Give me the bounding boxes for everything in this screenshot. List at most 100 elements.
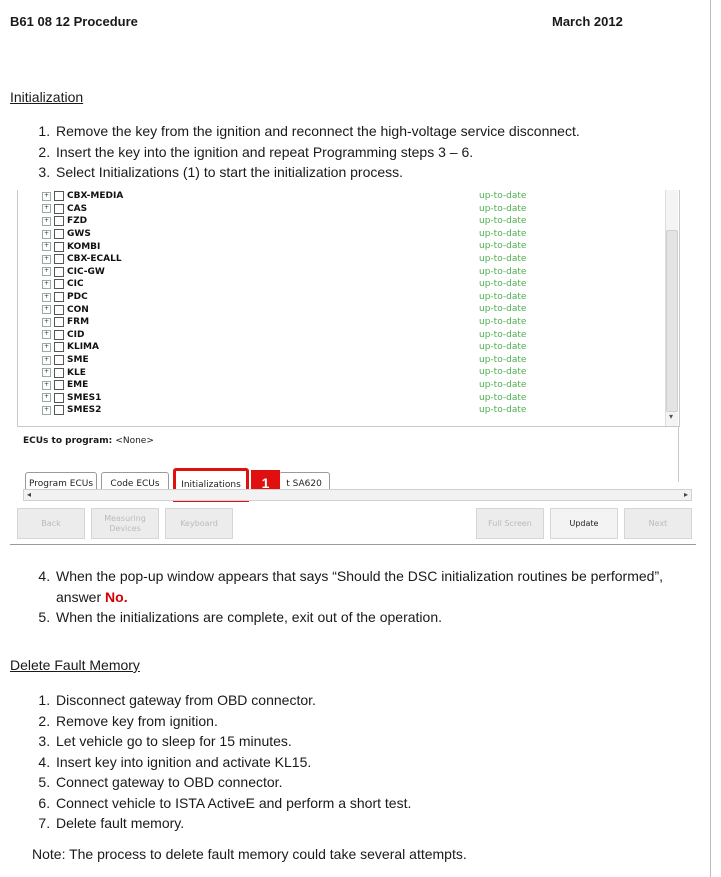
ecu-checkbox[interactable] bbox=[54, 367, 64, 378]
ecu-checkbox[interactable] bbox=[54, 203, 64, 214]
ecu-checkbox[interactable] bbox=[54, 292, 64, 303]
section-title-delete-fault-memory: Delete Fault Memory bbox=[10, 657, 140, 673]
ecu-name: FZD bbox=[67, 216, 88, 227]
list-item: When the pop-up window appears that says… bbox=[54, 566, 664, 607]
ecu-checkbox[interactable] bbox=[54, 216, 64, 227]
full-screen-button[interactable]: Full Screen bbox=[476, 508, 544, 539]
expand-icon[interactable]: + bbox=[42, 216, 51, 226]
expand-icon[interactable]: + bbox=[42, 254, 51, 264]
expand-icon[interactable]: + bbox=[42, 380, 51, 390]
ecu-row[interactable]: + CIC bbox=[42, 278, 84, 291]
ecu-name: CID bbox=[67, 329, 85, 340]
list-item: Connect gateway to OBD connector. bbox=[54, 772, 411, 793]
ecu-status: up-to-date bbox=[479, 380, 527, 390]
expand-icon[interactable]: + bbox=[42, 242, 51, 252]
ecu-status: up-to-date bbox=[479, 191, 527, 201]
ecu-checkbox[interactable] bbox=[54, 254, 64, 265]
list-item: Delete fault memory. bbox=[54, 813, 411, 834]
ecu-checkbox[interactable] bbox=[54, 355, 64, 366]
expand-icon[interactable]: + bbox=[42, 368, 51, 378]
expand-icon[interactable]: + bbox=[42, 355, 51, 365]
scroll-right-icon[interactable]: ▸ bbox=[681, 490, 691, 500]
ecu-row[interactable]: + CAS bbox=[42, 203, 87, 216]
list-item: Insert the key into the ignition and rep… bbox=[54, 142, 580, 163]
ecu-row[interactable]: + CBX-ECALL bbox=[42, 253, 122, 266]
next-button[interactable]: Next bbox=[624, 508, 692, 539]
expand-icon[interactable]: + bbox=[42, 292, 51, 302]
ecu-checkbox[interactable] bbox=[54, 241, 64, 252]
expand-icon[interactable]: + bbox=[42, 342, 51, 352]
back-button[interactable]: Back bbox=[17, 508, 85, 539]
ecu-row[interactable]: + FRM bbox=[42, 316, 89, 329]
scrollbar-thumb[interactable] bbox=[666, 230, 678, 412]
ecu-checkbox[interactable] bbox=[54, 317, 64, 328]
ecu-name: SMES2 bbox=[67, 405, 102, 416]
document-date: March 2012 bbox=[552, 14, 623, 29]
ecu-row[interactable]: + FZD bbox=[42, 215, 87, 228]
ecu-checkbox[interactable] bbox=[54, 405, 64, 416]
ecu-row[interactable]: + KLIMA bbox=[42, 341, 99, 354]
expand-icon[interactable]: + bbox=[42, 317, 51, 327]
horizontal-scrollbar[interactable]: ◂ ▸ bbox=[23, 489, 692, 501]
update-button[interactable]: Update bbox=[550, 508, 618, 539]
procedure-number: B61 08 12 Procedure bbox=[10, 14, 138, 29]
list-item: Remove key from ignition. bbox=[54, 711, 411, 732]
ecu-name: SME bbox=[67, 355, 89, 366]
ecu-row[interactable]: + SME bbox=[42, 354, 89, 367]
keyboard-button[interactable]: Keyboard bbox=[165, 508, 233, 539]
ecu-name: GWS bbox=[67, 229, 91, 240]
fault-steps: Disconnect gateway from OBD connector. R… bbox=[32, 690, 411, 834]
ecu-row[interactable]: + EME bbox=[42, 379, 88, 392]
ecu-checkbox[interactable] bbox=[54, 342, 64, 353]
ecu-name: CON bbox=[67, 304, 89, 315]
expand-icon[interactable]: + bbox=[42, 330, 51, 340]
ecu-name: SMES1 bbox=[67, 392, 102, 403]
page-edge-line bbox=[710, 0, 711, 877]
list-item: Let vehicle go to sleep for 15 minutes. bbox=[54, 731, 411, 752]
ecu-row[interactable]: + PDC bbox=[42, 291, 88, 304]
expand-icon[interactable]: + bbox=[42, 204, 51, 214]
list-item: Disconnect gateway from OBD connector. bbox=[54, 690, 411, 711]
list-item: Connect vehicle to ISTA ActiveE and perf… bbox=[54, 793, 411, 814]
follow-up-steps: When the pop-up window appears that says… bbox=[32, 566, 664, 628]
measuring-devices-button[interactable]: Measuring Devices bbox=[91, 508, 159, 539]
scroll-down-icon[interactable]: ▾ bbox=[666, 412, 676, 422]
expand-icon[interactable]: + bbox=[42, 191, 51, 201]
ecu-name: KLE bbox=[67, 367, 86, 378]
list-item: Remove the key from the ignition and rec… bbox=[54, 121, 580, 142]
ecu-checkbox[interactable] bbox=[54, 229, 64, 240]
expand-icon[interactable]: + bbox=[42, 229, 51, 239]
ecu-checkbox[interactable] bbox=[54, 304, 64, 315]
ecu-status: up-to-date bbox=[479, 317, 527, 327]
ecu-row[interactable]: + SMES2 bbox=[42, 404, 101, 417]
ecu-row[interactable]: + GWS bbox=[42, 228, 91, 241]
expand-icon[interactable]: + bbox=[42, 405, 51, 415]
ecu-checkbox[interactable] bbox=[54, 392, 64, 403]
ecu-checkbox[interactable] bbox=[54, 380, 64, 391]
divider bbox=[10, 544, 696, 545]
ecu-row[interactable]: + KOMBI bbox=[42, 240, 100, 253]
ecu-checkbox[interactable] bbox=[54, 329, 64, 340]
ecu-status: up-to-date bbox=[479, 254, 527, 264]
ecu-name: PDC bbox=[67, 292, 88, 303]
scroll-left-icon[interactable]: ◂ bbox=[24, 490, 34, 500]
ecu-checkbox[interactable] bbox=[54, 279, 64, 290]
ecu-status: up-to-date bbox=[479, 405, 527, 416]
list-item: Insert key into ignition and activate KL… bbox=[54, 752, 411, 773]
ecu-row[interactable]: + SMES1 bbox=[42, 392, 101, 405]
ecu-row[interactable]: + CIC-GW bbox=[42, 266, 105, 279]
expand-icon[interactable]: + bbox=[42, 305, 51, 315]
ecu-status: up-to-date bbox=[479, 266, 527, 277]
expand-icon[interactable]: + bbox=[42, 393, 51, 403]
ecu-row[interactable]: + CID bbox=[42, 329, 84, 342]
ecu-status: up-to-date bbox=[479, 354, 527, 365]
expand-icon[interactable]: + bbox=[42, 267, 51, 277]
expand-icon[interactable]: + bbox=[42, 279, 51, 289]
ecu-checkbox[interactable] bbox=[54, 266, 64, 277]
ecu-row[interactable]: + KLE bbox=[42, 366, 86, 379]
ecu-status: up-to-date bbox=[479, 392, 527, 403]
ecu-row[interactable]: + CON bbox=[42, 303, 89, 316]
ecu-name: KOMBI bbox=[67, 241, 101, 252]
ecu-row[interactable]: + CBX-MEDIA bbox=[42, 190, 123, 203]
ecu-checkbox[interactable] bbox=[54, 191, 64, 202]
